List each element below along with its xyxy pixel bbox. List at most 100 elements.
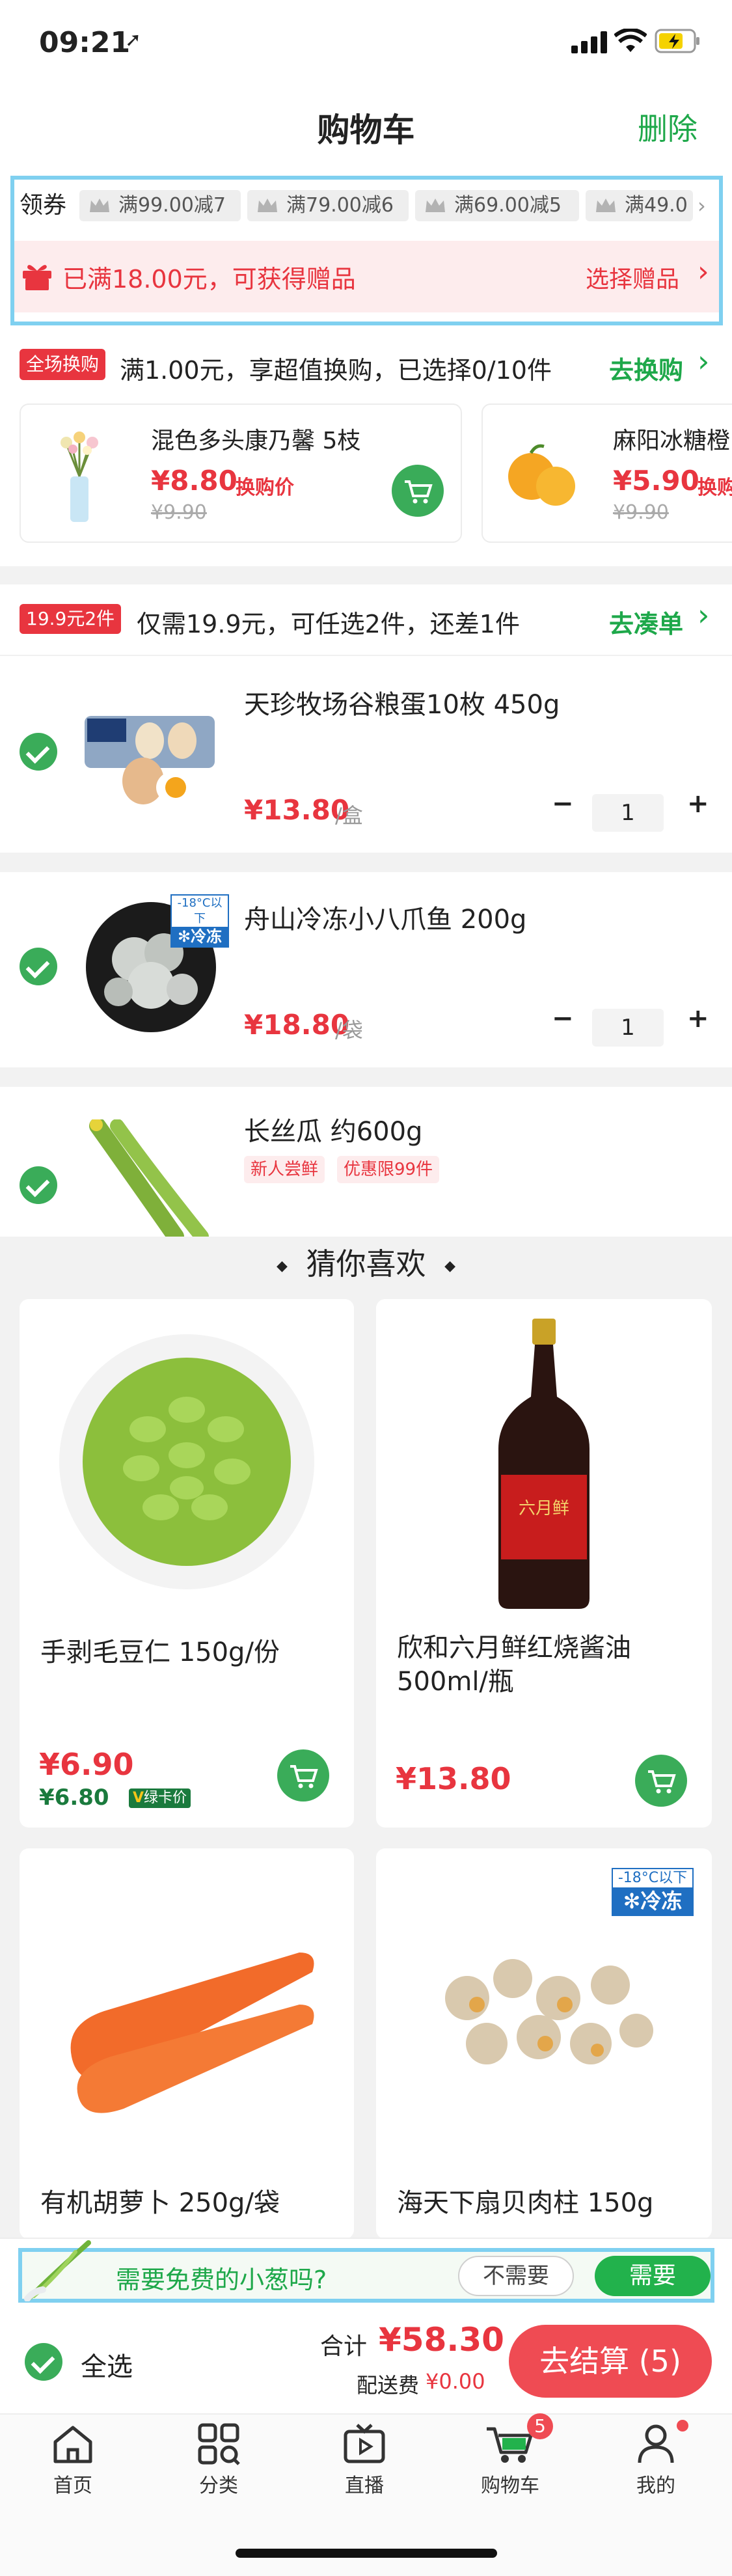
exchange-header: 全场换购 满1.00元，享超值换购，已选择0/10件 去换购 › (0, 338, 732, 397)
tab-cart-label: 购物车 (481, 2474, 539, 2497)
item-tag: 新人尝鲜 (244, 1156, 325, 1183)
exchange-original-price: ¥9.90 (151, 501, 207, 524)
exchange-product-card[interactable]: 麻阳冰糖橙 ¥5.90 换购 ¥9.90 (481, 404, 732, 543)
scallion-icon (24, 2240, 91, 2301)
cart-item[interactable]: -18°C以下 ✻冷冻 舟山冷冻小八爪鱼 200g ¥18.80 /袋 − 1 … (0, 872, 732, 1067)
profile-icon (638, 2424, 674, 2463)
chevron-right-icon[interactable]: › (698, 190, 706, 221)
item-checkbox[interactable] (20, 948, 57, 985)
vip-v-icon: V (133, 1790, 144, 1806)
cart-icon (290, 1765, 318, 1788)
status-bar: 09:21 ➚ (0, 0, 732, 85)
add-to-cart-button[interactable] (277, 1749, 329, 1802)
quantity-decrease-button[interactable]: − (552, 789, 574, 819)
cart-icon (405, 480, 433, 504)
accept-scallion-button[interactable]: 需要 (595, 2256, 711, 2296)
quantity-increase-button[interactable]: + (687, 789, 709, 819)
go-exchange-link[interactable]: 去换购 (609, 350, 683, 386)
quantity-increase-button[interactable]: + (687, 1004, 709, 1034)
exchange-product-card[interactable]: 混色多头康乃馨 5枝 ¥8.80 换购价 ¥9.90 (20, 404, 462, 543)
vip-label-text: 绿卡价 (144, 1790, 187, 1806)
crown-icon (90, 199, 109, 212)
item-tag: 优惠限99件 (337, 1156, 440, 1183)
recommend-card[interactable]: 有机胡萝卜 250g/袋 (20, 1848, 354, 2239)
status-time: 09:21 (39, 26, 131, 59)
category-grid-icon (198, 2423, 240, 2465)
checkout-bar: 全选 合计 ¥58.30 配送费 ¥0.00 去结算 (5) (0, 2309, 732, 2413)
carrot-image (70, 1953, 314, 2113)
recommend-card[interactable]: 六月鲜 欣和六月鲜红烧酱油500ml/瓶 ¥13.80 (376, 1299, 712, 1828)
choose-gift-link[interactable]: 选择赠品 (586, 260, 679, 294)
exchange-badge: 全场换购 (20, 349, 106, 380)
recommend-title: 猜你喜欢 (306, 1246, 426, 1281)
battery-icon (655, 29, 699, 53)
quantity-input[interactable]: 1 (592, 794, 664, 832)
recommend-name: 手剥毛豆仁 150g/份 (40, 1637, 280, 1667)
section-divider (0, 566, 732, 584)
section-divider (0, 853, 732, 872)
cart-item[interactable]: 长丝瓜 约600g 新人尝鲜 优惠限99件 (0, 1087, 732, 1237)
delete-button[interactable]: 删除 (638, 105, 698, 148)
frozen-badge-label: ✻冷冻 (172, 927, 228, 946)
item-price: ¥13.80 (244, 794, 350, 826)
orange-image (508, 444, 575, 506)
cart-icon (648, 1770, 676, 1794)
add-to-cart-button[interactable] (392, 465, 444, 517)
tab-live[interactable]: 直播 (319, 2422, 410, 2498)
quantity-input[interactable]: 1 (592, 1009, 664, 1047)
frozen-badge-temp: -18°C以下 (617, 1870, 688, 1886)
item-checkbox[interactable] (20, 733, 57, 771)
bundle-badge: 19.9元2件 (20, 604, 122, 634)
tab-home[interactable]: 首页 (27, 2422, 118, 2498)
exchange-product-price: ¥8.80 (151, 465, 237, 497)
item-checkbox[interactable] (20, 1166, 57, 1204)
exchange-product-name: 混色多头康乃馨 5枝 (151, 428, 361, 454)
go-bundle-link[interactable]: 去凑单 (609, 604, 683, 640)
exchange-price-label: 换购价 (236, 476, 294, 499)
carnation-vase-image (61, 432, 98, 522)
add-to-cart-button[interactable] (635, 1755, 687, 1807)
total-label: 合计 (320, 2333, 368, 2360)
snowflake-icon: ✻ (623, 1889, 641, 1913)
recommend-card[interactable]: -18°C以下 ✻冷冻 海天下扇贝肉柱 150g (376, 1848, 712, 2239)
cart-item[interactable]: 天珍牧场谷粮蛋10枚 450g ¥13.80 /盒 − 1 + (0, 657, 732, 853)
chevron-right-icon: › (698, 597, 710, 633)
vip-price: ¥6.80 (39, 1785, 109, 1811)
gift-banner[interactable]: 已满18.00元，可获得赠品 选择赠品 › (14, 241, 719, 312)
recommend-name: 欣和六月鲜红烧酱油500ml/瓶 (397, 1633, 631, 1697)
signal-icon (571, 31, 607, 53)
select-all-checkbox[interactable] (25, 2343, 62, 2381)
frozen-badge-text: 冷冻 (640, 1889, 683, 1913)
checkout-button[interactable]: 去结算 (5) (509, 2325, 712, 2398)
select-all-label[interactable]: 全选 (81, 2346, 133, 2383)
quantity-decrease-button[interactable]: − (552, 1004, 574, 1034)
total-amount: ¥58.30 (379, 2321, 504, 2359)
coupon-item[interactable]: 满99.00减7 (79, 190, 241, 221)
coupon-item[interactable]: 满69.00减5 (415, 190, 579, 221)
recommend-name: 海天下扇贝肉柱 150g (397, 2188, 654, 2218)
tab-live-label: 直播 (345, 2474, 384, 2497)
snowflake-icon: ✻ (177, 927, 191, 946)
item-name: 天珍牧场谷粮蛋10枚 450g (244, 690, 560, 720)
tab-me[interactable]: 我的 (610, 2420, 701, 2498)
notification-dot (677, 2420, 688, 2432)
tab-category[interactable]: 分类 (173, 2422, 264, 2498)
recommend-card[interactable]: 手剥毛豆仁 150g/份 ¥6.90 ¥6.80 V绿卡价 (20, 1299, 354, 1828)
coupon-label: 领券 (20, 192, 67, 219)
decline-scallion-button[interactable]: 不需要 (458, 2256, 574, 2296)
coupon-item[interactable]: 满79.00减6 (247, 190, 409, 221)
soy-sauce-bottle-image: 六月鲜 (498, 1319, 590, 1609)
item-unit: /盒 (335, 803, 363, 828)
location-arrow-icon: ➚ (125, 29, 142, 51)
exchange-product-name: 麻阳冰糖橙 (613, 428, 731, 454)
tab-cart[interactable]: 购物车 5 (465, 2413, 556, 2498)
scallop-image (445, 1959, 653, 2064)
bundle-header: 19.9元2件 仅需19.9元，可任选2件，还差1件 去凑单 › (0, 584, 732, 656)
tab-me-label: 我的 (636, 2474, 675, 2497)
coupon-item[interactable]: 满49.0 (586, 190, 693, 221)
live-tv-icon (344, 2424, 385, 2463)
item-unit: /袋 (335, 1018, 363, 1043)
recommend-name: 有机胡萝卜 250g/袋 (40, 2188, 280, 2218)
tab-home-label: 首页 (53, 2474, 92, 2497)
page-title: 购物车 (317, 111, 415, 149)
